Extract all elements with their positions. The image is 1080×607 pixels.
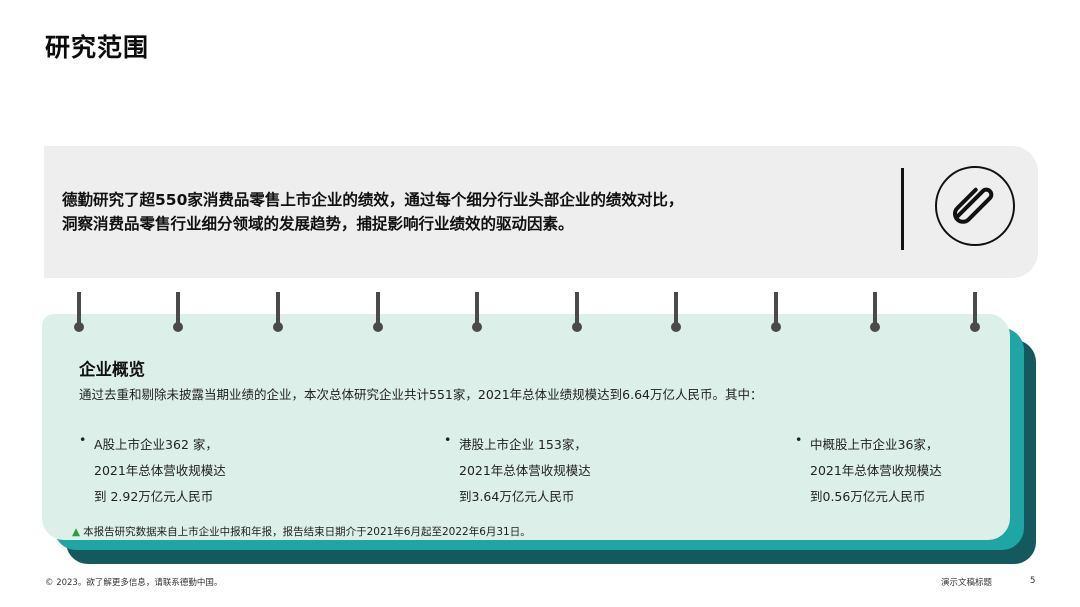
summary-text: 德勤研究了超550家消费品零售上市企业的绩效，通过每个细分行业头部企业的绩效对比… <box>62 188 852 236</box>
bullet-line: 2021年总体营收规模达 <box>94 463 226 478</box>
bullet-line: A股上市企业362 家， <box>94 437 218 452</box>
bullet-china-concept: • 中概股上市企业36家， 2021年总体营收规模达 到0.56万亿元人民币 <box>795 432 942 510</box>
overview-heading: 企业概览 <box>79 360 145 379</box>
bullet-line: 港股上市企业 153家， <box>459 437 587 452</box>
bullet-line: 到 2.92万亿元人民币 <box>94 489 214 504</box>
paperclip-icon <box>935 166 1015 246</box>
overview-card: 企业概览 通过去重和剔除未披露当期业绩的企业，本次总体研究企业共计551家，20… <box>42 314 1010 540</box>
bullet-a-share: • A股上市企业362 家， 2021年总体营收规模达 到 2.92万亿元人民币 <box>79 432 226 510</box>
binder-pin <box>471 292 483 334</box>
summary-box: 德勤研究了超550家消费品零售上市企业的绩效，通过每个细分行业头部企业的绩效对比… <box>44 146 1038 278</box>
binder-pin <box>571 292 583 334</box>
binder-pin <box>770 292 782 334</box>
bullet-line: 中概股上市企业36家， <box>810 437 939 452</box>
binder-pin <box>670 292 682 334</box>
bullet-line: 2021年总体营收规模达 <box>810 463 942 478</box>
footnote: ▲ 本报告研究数据来自上市企业中报和年报，报告结束日期介于2021年6月起至202… <box>72 524 531 539</box>
footer-copyright: © 2023。欲了解更多信息，请联系德勤中国。 <box>45 578 223 588</box>
footer-deck-title: 演示文稿标题 <box>941 578 993 588</box>
page-number: 5 <box>1030 576 1036 586</box>
bullet-marker: • <box>444 432 452 447</box>
binder-pin <box>172 292 184 334</box>
binder-pin <box>272 292 284 334</box>
bullet-line: 到3.64万亿元人民币 <box>459 489 575 504</box>
binder-pin <box>73 292 85 334</box>
binder-pin <box>969 292 981 334</box>
binder-pin <box>869 292 881 334</box>
bullet-marker: • <box>795 432 803 447</box>
bullet-line: 到0.56万亿元人民币 <box>810 489 926 504</box>
summary-line-1: 德勤研究了超550家消费品零售上市企业的绩效，通过每个细分行业头部企业的绩效对比… <box>62 191 684 209</box>
footnote-text: 本报告研究数据来自上市企业中报和年报，报告结束日期介于2021年6月起至2022… <box>83 526 531 538</box>
triangle-icon: ▲ <box>72 526 81 538</box>
summary-line-2: 洞察消费品零售行业细分领域的发展趋势，捕捉影响行业绩效的驱动因素。 <box>62 215 574 233</box>
summary-divider <box>901 168 904 250</box>
binder-pin <box>372 292 384 334</box>
bullet-marker: • <box>79 432 87 447</box>
binder-pins <box>0 292 1080 334</box>
bullet-line: 2021年总体营收规模达 <box>459 463 591 478</box>
bullet-hk-share: • 港股上市企业 153家， 2021年总体营收规模达 到3.64万亿元人民币 <box>444 432 591 510</box>
page-title: 研究范围 <box>45 33 150 62</box>
overview-intro: 通过去重和剔除未披露当期业绩的企业，本次总体研究企业共计551家，2021年总体… <box>79 387 763 402</box>
